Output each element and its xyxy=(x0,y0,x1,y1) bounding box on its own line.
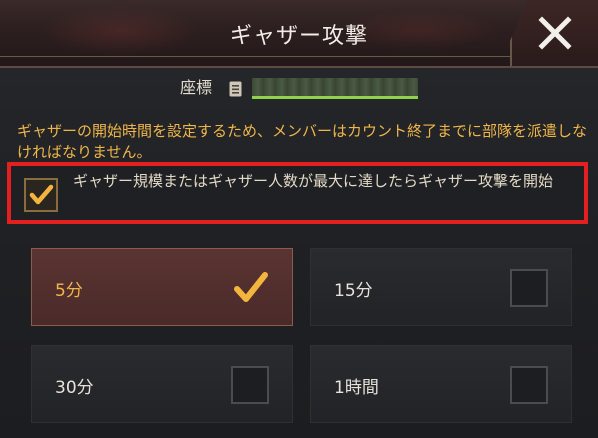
time-option-label: 15分 xyxy=(334,281,373,301)
time-option-label: 5分 xyxy=(55,281,83,301)
coordinates-value[interactable] xyxy=(252,78,418,99)
auto-start-option[interactable]: ギャザー規模またはギャザー人数が最大に達したらギャザー攻撃を開始 xyxy=(7,162,588,224)
dialog-title: ギャザー攻撃 xyxy=(229,24,368,49)
time-option-30min[interactable]: 30分 xyxy=(31,345,293,423)
auto-start-checkbox[interactable] xyxy=(24,178,58,212)
checkmark-icon xyxy=(29,184,54,205)
gather-description: ギャザーの開始時間を設定するため、メンバーはカウント終了までに部隊を派遣しなけれ… xyxy=(17,122,588,161)
auto-start-label: ギャザー規模またはギャザー人数が最大に達したらギャザー攻撃を開始 xyxy=(73,172,554,190)
close-icon[interactable] xyxy=(538,16,572,50)
header-divider xyxy=(0,56,510,57)
time-option-checkbox[interactable] xyxy=(231,269,269,307)
time-option-label: 1時間 xyxy=(334,378,379,398)
coordinates-label: 座標 xyxy=(180,78,213,97)
document-icon xyxy=(229,81,242,97)
coordinates-row: 座標 xyxy=(0,74,598,102)
time-option-1hour[interactable]: 1時間 xyxy=(310,345,572,423)
time-option-checkbox[interactable] xyxy=(510,269,548,307)
time-option-label: 30分 xyxy=(55,378,94,398)
time-option-checkbox[interactable] xyxy=(510,366,548,404)
time-option-15min[interactable]: 15分 xyxy=(310,248,572,326)
time-options-grid: 5分 15分 30分 1時間 xyxy=(0,240,598,438)
gather-attack-dialog: ギャザー攻撃 座標 ギャザーの開始時間を設定するため、メンバーはカウント終了まで… xyxy=(0,0,598,438)
checkmark-icon xyxy=(234,272,268,302)
time-option-checkbox[interactable] xyxy=(231,366,269,404)
time-option-5min[interactable]: 5分 xyxy=(31,248,293,326)
